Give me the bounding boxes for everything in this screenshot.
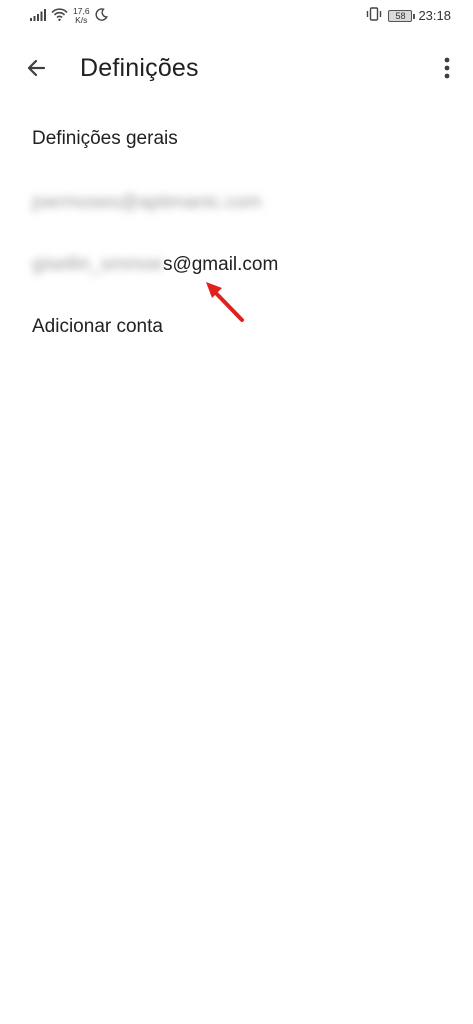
add-account-label: Adicionar conta xyxy=(32,316,163,337)
arrow-back-icon xyxy=(24,56,48,85)
signal-icon xyxy=(30,8,46,24)
account-2-email: gisellin_smmoe s@gmail.com xyxy=(32,254,278,276)
list-item-general-settings[interactable]: Definições gerais xyxy=(0,108,473,170)
status-bar-right: 58 23:18 xyxy=(366,7,451,24)
account-2-email-domain: s@gmail.com xyxy=(162,254,279,275)
account-1-email: joermoses@aptimanic.com xyxy=(32,192,262,213)
battery-icon: 58 xyxy=(388,9,416,22)
status-bar-left: 17,6 K/s xyxy=(30,7,108,25)
clock: 23:18 xyxy=(418,8,451,23)
wifi-icon xyxy=(51,8,68,24)
network-speed: 17,6 K/s xyxy=(73,7,90,25)
status-bar: 17,6 K/s 58 23:18 xyxy=(0,0,473,34)
screen: 17,6 K/s 58 23:18 Definições Definições … xyxy=(0,0,473,1024)
account-2-email-blurred: gisellin_smmoe xyxy=(32,254,163,275)
list-item-account-1[interactable]: joermoses@aptimanic.com xyxy=(0,172,473,234)
back-button[interactable] xyxy=(18,52,54,88)
annotation-arrow-icon xyxy=(198,276,258,336)
vibrate-icon xyxy=(366,7,382,24)
app-bar: Definições xyxy=(0,34,473,106)
network-speed-unit: K/s xyxy=(75,15,88,25)
page-title: Definições xyxy=(80,54,199,82)
more-vert-icon xyxy=(444,57,450,84)
general-settings-label: Definições gerais xyxy=(32,128,178,149)
moon-icon xyxy=(95,8,108,24)
more-options-button[interactable] xyxy=(435,52,459,88)
